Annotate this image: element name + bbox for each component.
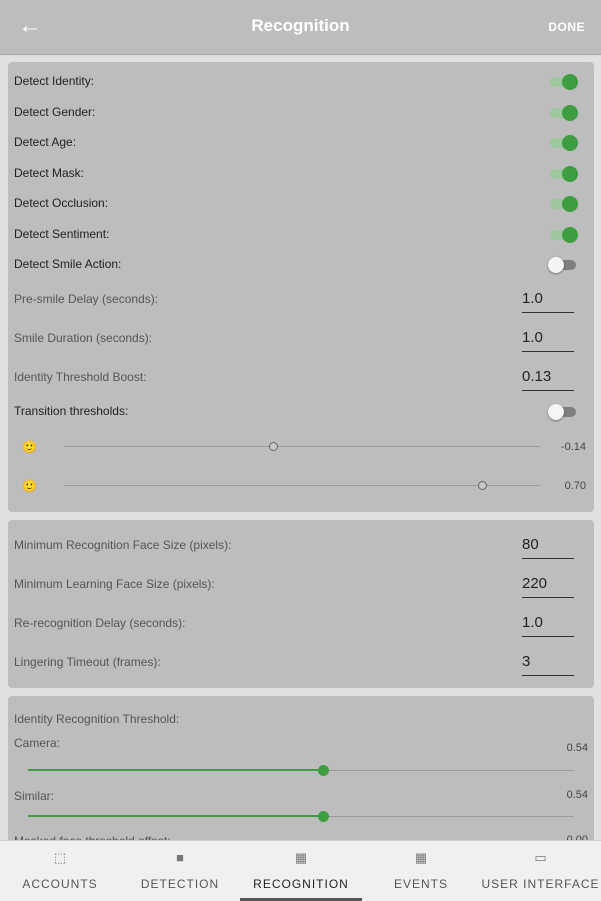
tab-accounts[interactable]: ⬚ ACCOUNTS xyxy=(0,841,120,901)
identity-threshold-boost-row: Identity Threshold Boost: 0.13 xyxy=(14,366,584,391)
tab-events[interactable]: ▦ EVENTS xyxy=(362,841,480,901)
detect-sentiment-row: Detect Sentiment: xyxy=(14,223,584,247)
slider-fill xyxy=(28,769,323,771)
person-icon: ■ xyxy=(176,850,184,865)
detect-gender-row: Detect Gender: xyxy=(14,101,584,125)
tab-events-label: EVENTS xyxy=(393,877,448,891)
detect-mask-toggle[interactable] xyxy=(548,166,578,182)
tab-recognition-label: RECOGNITION xyxy=(253,877,349,891)
detect-identity-label: Detect Identity: xyxy=(14,74,95,88)
page-title: Recognition xyxy=(251,16,350,35)
identity-threshold-card: Identity Recognition Threshold: Camera: … xyxy=(8,696,594,846)
detect-age-label: Detect Age: xyxy=(14,135,77,149)
detect-identity-row: Detect Identity: xyxy=(14,70,584,94)
detection-settings-card: Detect Identity: Detect Gender: Detect A… xyxy=(8,62,594,512)
transition-thresholds-label: Transition thresholds: xyxy=(14,404,129,418)
detect-gender-label: Detect Gender: xyxy=(14,105,96,119)
smiley-icon: 🙂 xyxy=(22,440,37,454)
detect-occlusion-toggle[interactable] xyxy=(548,196,578,212)
pre-smile-delay-input[interactable]: 1.0 xyxy=(522,288,574,313)
slider-track xyxy=(64,485,540,486)
detect-mask-label: Detect Mask: xyxy=(14,166,85,180)
smile-duration-input[interactable]: 1.0 xyxy=(522,327,574,352)
tab-accounts-label: ACCOUNTS xyxy=(22,877,98,891)
transition-slider-1[interactable] xyxy=(64,437,540,457)
identity-threshold-boost-input[interactable]: 0.13 xyxy=(522,366,574,391)
lingering-timeout-row: Lingering Timeout (frames): 3 xyxy=(14,651,584,676)
transition-slider-2-value: 0.70 xyxy=(564,480,586,492)
tab-detection-label: DETECTION xyxy=(140,877,220,891)
detect-smile-action-toggle[interactable] xyxy=(548,257,578,273)
re-recognition-delay-label: Re-recognition Delay (seconds): xyxy=(14,616,186,630)
detect-age-row: Detect Age: xyxy=(14,131,584,155)
window-icon: ▭ xyxy=(534,850,547,865)
pre-smile-delay-label: Pre-smile Delay (seconds): xyxy=(14,292,159,306)
min-learning-face-size-label: Minimum Learning Face Size (pixels): xyxy=(14,577,215,591)
slider-fill xyxy=(28,815,323,817)
transition-slider-2[interactable] xyxy=(64,476,540,496)
transition-thresholds-row: Transition thresholds: xyxy=(14,400,584,424)
camera-threshold-slider[interactable] xyxy=(28,763,574,779)
detect-sentiment-label: Detect Sentiment: xyxy=(14,227,110,241)
face-size-settings-card: Minimum Recognition Face Size (pixels): … xyxy=(8,520,594,688)
slider-thumb[interactable] xyxy=(478,481,488,490)
re-recognition-delay-row: Re-recognition Delay (seconds): 1.0 xyxy=(14,612,584,637)
calendar-icon: ▦ xyxy=(414,850,428,865)
min-recognition-face-size-row: Minimum Recognition Face Size (pixels): … xyxy=(14,534,584,559)
detect-identity-toggle[interactable] xyxy=(548,74,578,90)
lingering-timeout-input[interactable]: 3 xyxy=(522,651,574,676)
detect-sentiment-toggle[interactable] xyxy=(548,227,578,243)
done-button[interactable]: DONE xyxy=(548,20,585,34)
re-recognition-delay-input[interactable]: 1.0 xyxy=(522,612,574,637)
smile-duration-row: Smile Duration (seconds): 1.0 xyxy=(14,327,584,352)
detect-smile-action-label: Detect Smile Action: xyxy=(14,257,122,271)
min-recognition-face-size-input[interactable]: 80 xyxy=(522,534,574,559)
identity-threshold-boost-label: Identity Threshold Boost: xyxy=(14,370,147,384)
slider-thumb[interactable] xyxy=(317,765,329,776)
identity-threshold-heading: Identity Recognition Threshold: xyxy=(14,712,180,726)
camera-threshold-value: 0.54 xyxy=(566,742,588,754)
slider-thumb[interactable] xyxy=(268,442,278,451)
tab-user-interface[interactable]: ▭ USER INTERFACE xyxy=(480,841,601,901)
camera-label: Camera: xyxy=(14,736,61,750)
detect-mask-row: Detect Mask: xyxy=(14,162,584,186)
transition-slider-1-value: -0.14 xyxy=(560,441,586,453)
detect-age-toggle[interactable] xyxy=(548,135,578,151)
slider-track xyxy=(64,446,540,447)
similar-label: Similar: xyxy=(14,789,55,803)
bottom-tab-bar: ⬚ ACCOUNTS ■ DETECTION ▦ RECOGNITION ▦ E… xyxy=(0,840,601,901)
detect-smile-action-row: Detect Smile Action: xyxy=(14,253,584,277)
min-learning-face-size-input[interactable]: 220 xyxy=(522,573,574,598)
lingering-timeout-label: Lingering Timeout (frames): xyxy=(14,655,161,669)
tab-recognition[interactable]: ▦ RECOGNITION xyxy=(240,841,362,901)
slider-thumb[interactable] xyxy=(317,811,329,822)
detect-occlusion-row: Detect Occlusion: xyxy=(14,192,584,216)
smiley-icon: 🙂 xyxy=(22,479,37,493)
pre-smile-delay-row: Pre-smile Delay (seconds): 1.0 xyxy=(14,288,584,313)
tab-detection[interactable]: ■ DETECTION xyxy=(120,841,240,901)
min-recognition-face-size-label: Minimum Recognition Face Size (pixels): xyxy=(14,538,232,552)
tab-user-interface-label: USER INTERFACE xyxy=(481,877,600,891)
similar-threshold-value: 0.54 xyxy=(566,789,588,801)
detect-gender-toggle[interactable] xyxy=(548,105,578,121)
account-scan-icon: ⬚ xyxy=(53,850,67,865)
detect-occlusion-label: Detect Occlusion: xyxy=(14,196,109,210)
similar-threshold-slider[interactable] xyxy=(28,809,574,825)
face-recognition-icon: ▦ xyxy=(294,850,308,865)
smile-duration-label: Smile Duration (seconds): xyxy=(14,331,153,345)
app-bar: ← Recognition DONE xyxy=(0,0,601,55)
min-learning-face-size-row: Minimum Learning Face Size (pixels): 220 xyxy=(14,573,584,598)
transition-thresholds-toggle[interactable] xyxy=(548,404,578,420)
